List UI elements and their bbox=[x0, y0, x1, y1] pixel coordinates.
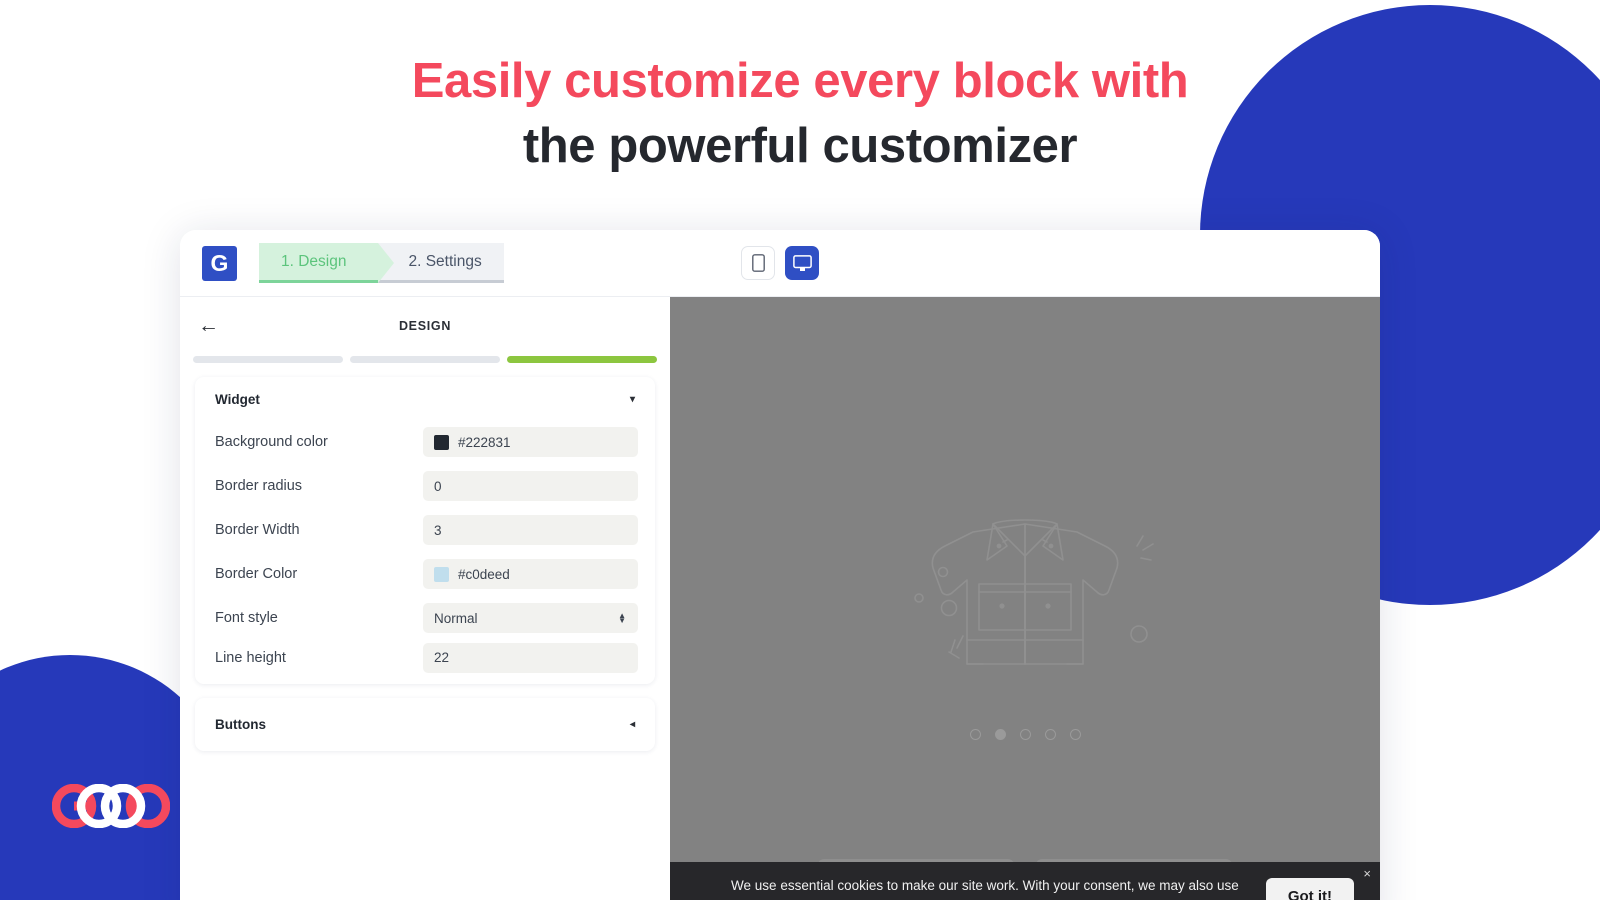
app-header: G 1. Design 2. Settings bbox=[180, 230, 1380, 297]
field-label: Line height bbox=[215, 649, 286, 666]
stepper-arrows-icon[interactable]: ▲ ▼ bbox=[618, 612, 626, 625]
carousel-dot-active[interactable] bbox=[994, 729, 1006, 740]
chevron-down-icon[interactable]: ▾ bbox=[630, 394, 635, 405]
shirt-illustration-icon bbox=[914, 519, 1154, 665]
field-font-style: Font style Normal ▲ ▼ bbox=[195, 596, 655, 640]
screenshot-root: Easily customize every block with the po… bbox=[0, 0, 1600, 900]
field-border-color: Border Color #c0deed bbox=[195, 552, 655, 596]
border-radius-input[interactable]: 0 bbox=[423, 471, 638, 501]
field-value: Normal bbox=[434, 610, 478, 626]
field-label: Border Width bbox=[215, 522, 300, 538]
sections-container: Widget ▾ Background color #222831 Border bbox=[180, 363, 670, 751]
good-brand-logo bbox=[51, 783, 171, 829]
progress-segment-3 bbox=[507, 356, 657, 363]
mobile-preview-button[interactable] bbox=[741, 246, 775, 280]
font-style-select[interactable]: Normal ▲ ▼ bbox=[423, 603, 638, 633]
panel-title: DESIGN bbox=[398, 318, 452, 333]
line-height-input[interactable]: 22 bbox=[423, 642, 638, 673]
headline-line-2: the powerful customizer bbox=[522, 118, 1078, 173]
panel-header: ← DESIGN bbox=[180, 297, 670, 354]
background-color-input[interactable]: #222831 bbox=[423, 427, 638, 457]
field-value: 0 bbox=[434, 478, 442, 494]
border-color-input[interactable]: #c0deed bbox=[423, 559, 638, 589]
carousel-dot[interactable] bbox=[969, 729, 981, 740]
field-background-color: Background color #222831 bbox=[195, 420, 655, 464]
tab-settings[interactable]: 2. Settings bbox=[378, 243, 504, 283]
carousel-dot[interactable] bbox=[1019, 729, 1031, 740]
section-buttons-header[interactable]: Buttons ◂ bbox=[195, 698, 655, 751]
design-settings-panel: ← DESIGN Widget ▾ Background color #2228… bbox=[180, 297, 670, 900]
app-body: ← DESIGN Widget ▾ Background color #2228… bbox=[180, 297, 1380, 900]
app-logo-icon[interactable]: G bbox=[202, 245, 237, 281]
color-swatch[interactable] bbox=[434, 434, 449, 450]
carousel-dot[interactable] bbox=[1069, 729, 1081, 740]
carousel-dots bbox=[670, 729, 1380, 740]
section-buttons-title: Buttons bbox=[215, 717, 266, 732]
progress-bar bbox=[180, 356, 670, 363]
border-width-input[interactable]: 3 bbox=[423, 515, 638, 545]
chevron-left-icon[interactable]: ◂ bbox=[630, 719, 635, 730]
carousel-dot[interactable] bbox=[1044, 729, 1056, 740]
tab-settings-label: 2. Settings bbox=[408, 252, 482, 270]
color-swatch[interactable] bbox=[434, 566, 449, 582]
field-line-height: Line height 22 bbox=[195, 640, 655, 684]
progress-segment-2 bbox=[350, 356, 500, 363]
monitor-icon bbox=[792, 254, 812, 271]
section-widget-header[interactable]: Widget ▾ bbox=[195, 377, 655, 420]
section-buttons: Buttons ◂ bbox=[195, 698, 655, 751]
field-label: Font style bbox=[215, 610, 278, 626]
app-logo-letter: G bbox=[210, 249, 229, 276]
progress-segment-1 bbox=[193, 356, 343, 363]
good-logo-svg bbox=[51, 783, 171, 829]
field-label: Border radius bbox=[215, 478, 303, 494]
field-value: 3 bbox=[434, 522, 442, 538]
cookie-accept-button[interactable]: Got it! bbox=[1265, 877, 1354, 900]
field-border-width: Border Width 3 bbox=[195, 508, 655, 552]
tab-design[interactable]: 1. Design bbox=[259, 243, 396, 283]
field-value: #222831 bbox=[458, 434, 511, 450]
field-border-radius: Border radius 0 bbox=[195, 464, 655, 508]
headline-line-1: Easily customize every block with bbox=[411, 54, 1189, 108]
close-icon[interactable]: × bbox=[1363, 867, 1371, 880]
section-widget: Widget ▾ Background color #222831 Border bbox=[195, 377, 655, 684]
field-value: #c0deed bbox=[458, 566, 510, 582]
preview-product-illustration bbox=[670, 469, 1380, 769]
field-label: Border Color bbox=[215, 566, 298, 582]
desktop-preview-button[interactable] bbox=[785, 246, 819, 280]
phone-icon bbox=[751, 254, 765, 272]
step-tabs: 1. Design 2. Settings bbox=[259, 243, 504, 283]
tab-design-label: 1. Design bbox=[281, 252, 347, 270]
field-label: Background color bbox=[215, 434, 328, 450]
cookie-consent-banner: We use essential cookies to make our sit… bbox=[670, 862, 1380, 900]
field-value: 22 bbox=[434, 650, 450, 665]
cookie-banner-text: We use essential cookies to make our sit… bbox=[731, 878, 1239, 900]
section-widget-title: Widget bbox=[215, 392, 260, 407]
app-window-card: G 1. Design 2. Settings ← DESIGN Widget … bbox=[180, 230, 1380, 900]
page-headline: Easily customize every block with the po… bbox=[0, 54, 1600, 174]
live-preview-area: We use essential cookies to make our sit… bbox=[670, 297, 1380, 900]
